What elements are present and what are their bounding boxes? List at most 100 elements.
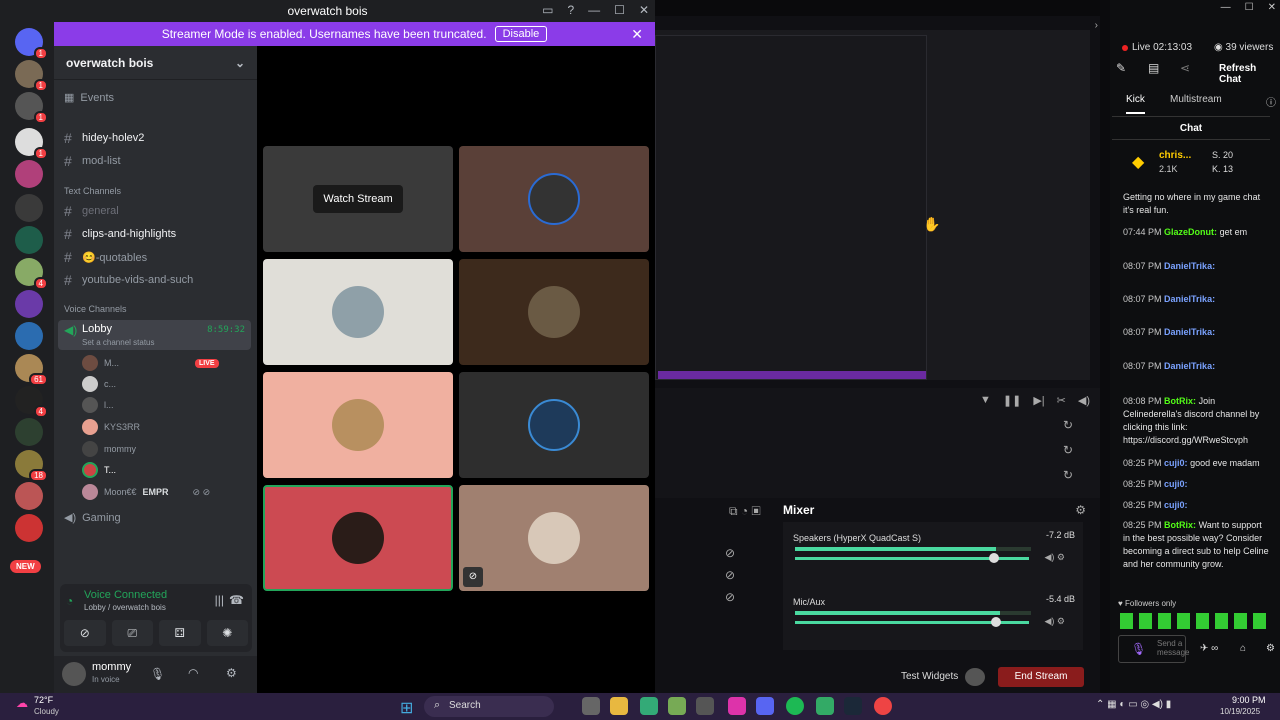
video-tile[interactable] — [263, 259, 453, 365]
channel-item[interactable]: # 😊-quotables — [64, 249, 147, 265]
discord-icon[interactable] — [756, 697, 774, 715]
video-tile[interactable] — [459, 146, 649, 252]
pause-icon[interactable]: ❚❚ — [1003, 394, 1021, 407]
camera-off-button[interactable]: ⊘ — [64, 620, 106, 646]
avatar[interactable] — [62, 662, 86, 686]
server-icon[interactable] — [15, 514, 43, 542]
screen-share-button[interactable]: ⎚ — [111, 620, 153, 646]
hidden-icon[interactable]: ⊘ — [725, 546, 735, 560]
video-tile[interactable] — [459, 372, 649, 478]
server-icon[interactable] — [15, 482, 43, 510]
server-icon[interactable]: 61 — [15, 354, 48, 386]
video-tile[interactable] — [263, 485, 453, 591]
tiktok-icon[interactable] — [728, 697, 746, 715]
chat-tools-icons[interactable]: ✈ ∞ — [1200, 643, 1218, 654]
channel-item[interactable]: # youtube-vids-and-such — [64, 272, 193, 288]
voice-user[interactable]: T... — [82, 462, 116, 478]
gear-icon[interactable]: ⚙ — [226, 666, 237, 680]
category-voice-channels[interactable]: Voice Channels — [64, 304, 127, 314]
server-icon[interactable]: 4 — [15, 386, 48, 418]
hidden-icon[interactable]: ⊘ — [725, 590, 735, 604]
server-icon[interactable]: 18 — [15, 450, 48, 482]
server-icon[interactable] — [15, 290, 43, 318]
refresh-icon[interactable]: ↻ — [1063, 443, 1073, 457]
close-icon[interactable]: ✕ — [631, 26, 643, 43]
server-icon[interactable]: 1 — [15, 128, 48, 160]
server-icon[interactable] — [15, 226, 43, 254]
slider-handle[interactable] — [989, 553, 999, 563]
volume-icon[interactable]: ◀) — [1078, 394, 1090, 407]
skip-icon[interactable]: ▶| — [1033, 394, 1044, 407]
refresh-icon[interactable]: ↻ — [1063, 468, 1073, 482]
volume-icon[interactable]: ◀) ⚙ — [1045, 616, 1066, 627]
stream-tile[interactable]: Watch Stream — [263, 146, 453, 252]
app-icon[interactable] — [640, 697, 658, 715]
microphone-icon[interactable]: 🎙 — [150, 667, 165, 681]
new-badge[interactable]: NEW — [10, 560, 41, 573]
help-icon[interactable]: ? — [567, 3, 574, 17]
app-icon[interactable] — [816, 697, 834, 715]
minimize-button[interactable]: — — [1221, 2, 1231, 13]
noise-icon[interactable]: ||| — [215, 593, 224, 607]
server-icon[interactable] — [15, 160, 43, 188]
video-tile[interactable]: ⊘ — [459, 485, 649, 591]
refresh-icon[interactable]: ↻ — [1063, 418, 1073, 432]
filter-icon[interactable]: ▼ — [980, 394, 991, 407]
voice-user[interactable]: Moon€€ EMPR ⊘ ⊘ — [82, 484, 210, 500]
server-icon[interactable]: 1 — [15, 60, 48, 92]
edit-icon[interactable]: ✎ — [1116, 61, 1126, 75]
gear-icon[interactable]: ⚙ — [1075, 503, 1086, 517]
close-button[interactable]: ✕ — [1268, 2, 1276, 13]
disconnect-icon[interactable]: ☎ — [229, 593, 244, 607]
gift-icon[interactable]: ⌂ — [1240, 643, 1246, 654]
headset-icon[interactable]: ◠ — [188, 666, 198, 680]
info-icon[interactable]: ⓘ — [1266, 94, 1276, 109]
search-box[interactable]: ⌕ Search — [424, 696, 554, 717]
voice-user[interactable]: c... — [82, 376, 116, 392]
activity-button[interactable]: ⚃ — [159, 620, 201, 646]
channel-item[interactable]: # clips-and-highlights — [64, 226, 176, 242]
message-input[interactable]: 🎙 Send a message — [1118, 635, 1189, 663]
spotify-icon[interactable] — [786, 697, 804, 715]
tray-icons[interactable]: ⌃ ▦ ◐ ▭ ◎ ◀) ▮ — [1096, 699, 1171, 710]
server-icon[interactable] — [15, 322, 43, 350]
server-icon[interactable] — [15, 418, 43, 446]
scissors-icon[interactable]: ✂ — [1057, 394, 1066, 407]
soundboard-button[interactable]: ✺ — [206, 620, 248, 646]
home-icon[interactable]: 1 — [15, 28, 48, 60]
app-icon[interactable] — [696, 697, 714, 715]
chrome-icon[interactable] — [874, 697, 892, 715]
voice-user[interactable]: KYS3RR — [82, 419, 140, 435]
server-icon[interactable] — [15, 194, 43, 222]
events-item[interactable]: ▦ Events — [64, 91, 114, 105]
hidden-icon[interactable]: ⊘ — [725, 568, 735, 582]
watch-stream-button[interactable]: Watch Stream — [313, 185, 403, 213]
sliders-icon[interactable]: ▤ — [1148, 61, 1159, 75]
voice-channel-gaming[interactable]: ◀) Gaming — [64, 511, 121, 525]
server-icon[interactable]: 4 — [15, 258, 48, 290]
video-tile[interactable] — [263, 372, 453, 478]
voice-user[interactable]: mommy — [82, 441, 136, 457]
tab-multistream[interactable]: Multistream — [1170, 94, 1222, 105]
channel-item[interactable]: # general — [64, 203, 119, 219]
end-stream-button[interactable]: End Stream — [998, 667, 1084, 687]
steam-icon[interactable] — [844, 697, 862, 715]
channel-item[interactable]: # mod-list — [64, 153, 121, 169]
chevron-right-icon[interactable]: › — [1095, 20, 1098, 31]
minimize-button[interactable]: — — [588, 3, 600, 17]
video-tile[interactable] — [459, 259, 649, 365]
voice-user[interactable]: l... — [82, 397, 114, 413]
maximize-button[interactable]: ☐ — [1245, 2, 1254, 13]
channel-item[interactable]: # hidey-holev2 — [64, 130, 144, 146]
volume-icon[interactable]: ◀) ⚙ — [1045, 552, 1066, 563]
guild-header[interactable]: overwatch bois ⌄ — [54, 46, 257, 80]
category-text-channels[interactable]: Text Channels — [64, 186, 121, 196]
app-icon[interactable] — [668, 697, 686, 715]
emote-bar[interactable] — [1120, 613, 1272, 629]
voice-channel-lobby[interactable]: ◀) Lobby 8:59:32 Set a channel status — [58, 320, 251, 350]
start-icon[interactable]: ⊞ — [400, 698, 413, 718]
voice-user[interactable]: M... LIVE — [82, 355, 219, 371]
folder-icon[interactable] — [610, 697, 628, 715]
slider-handle[interactable] — [991, 617, 1001, 627]
disable-button[interactable]: Disable — [494, 26, 548, 42]
